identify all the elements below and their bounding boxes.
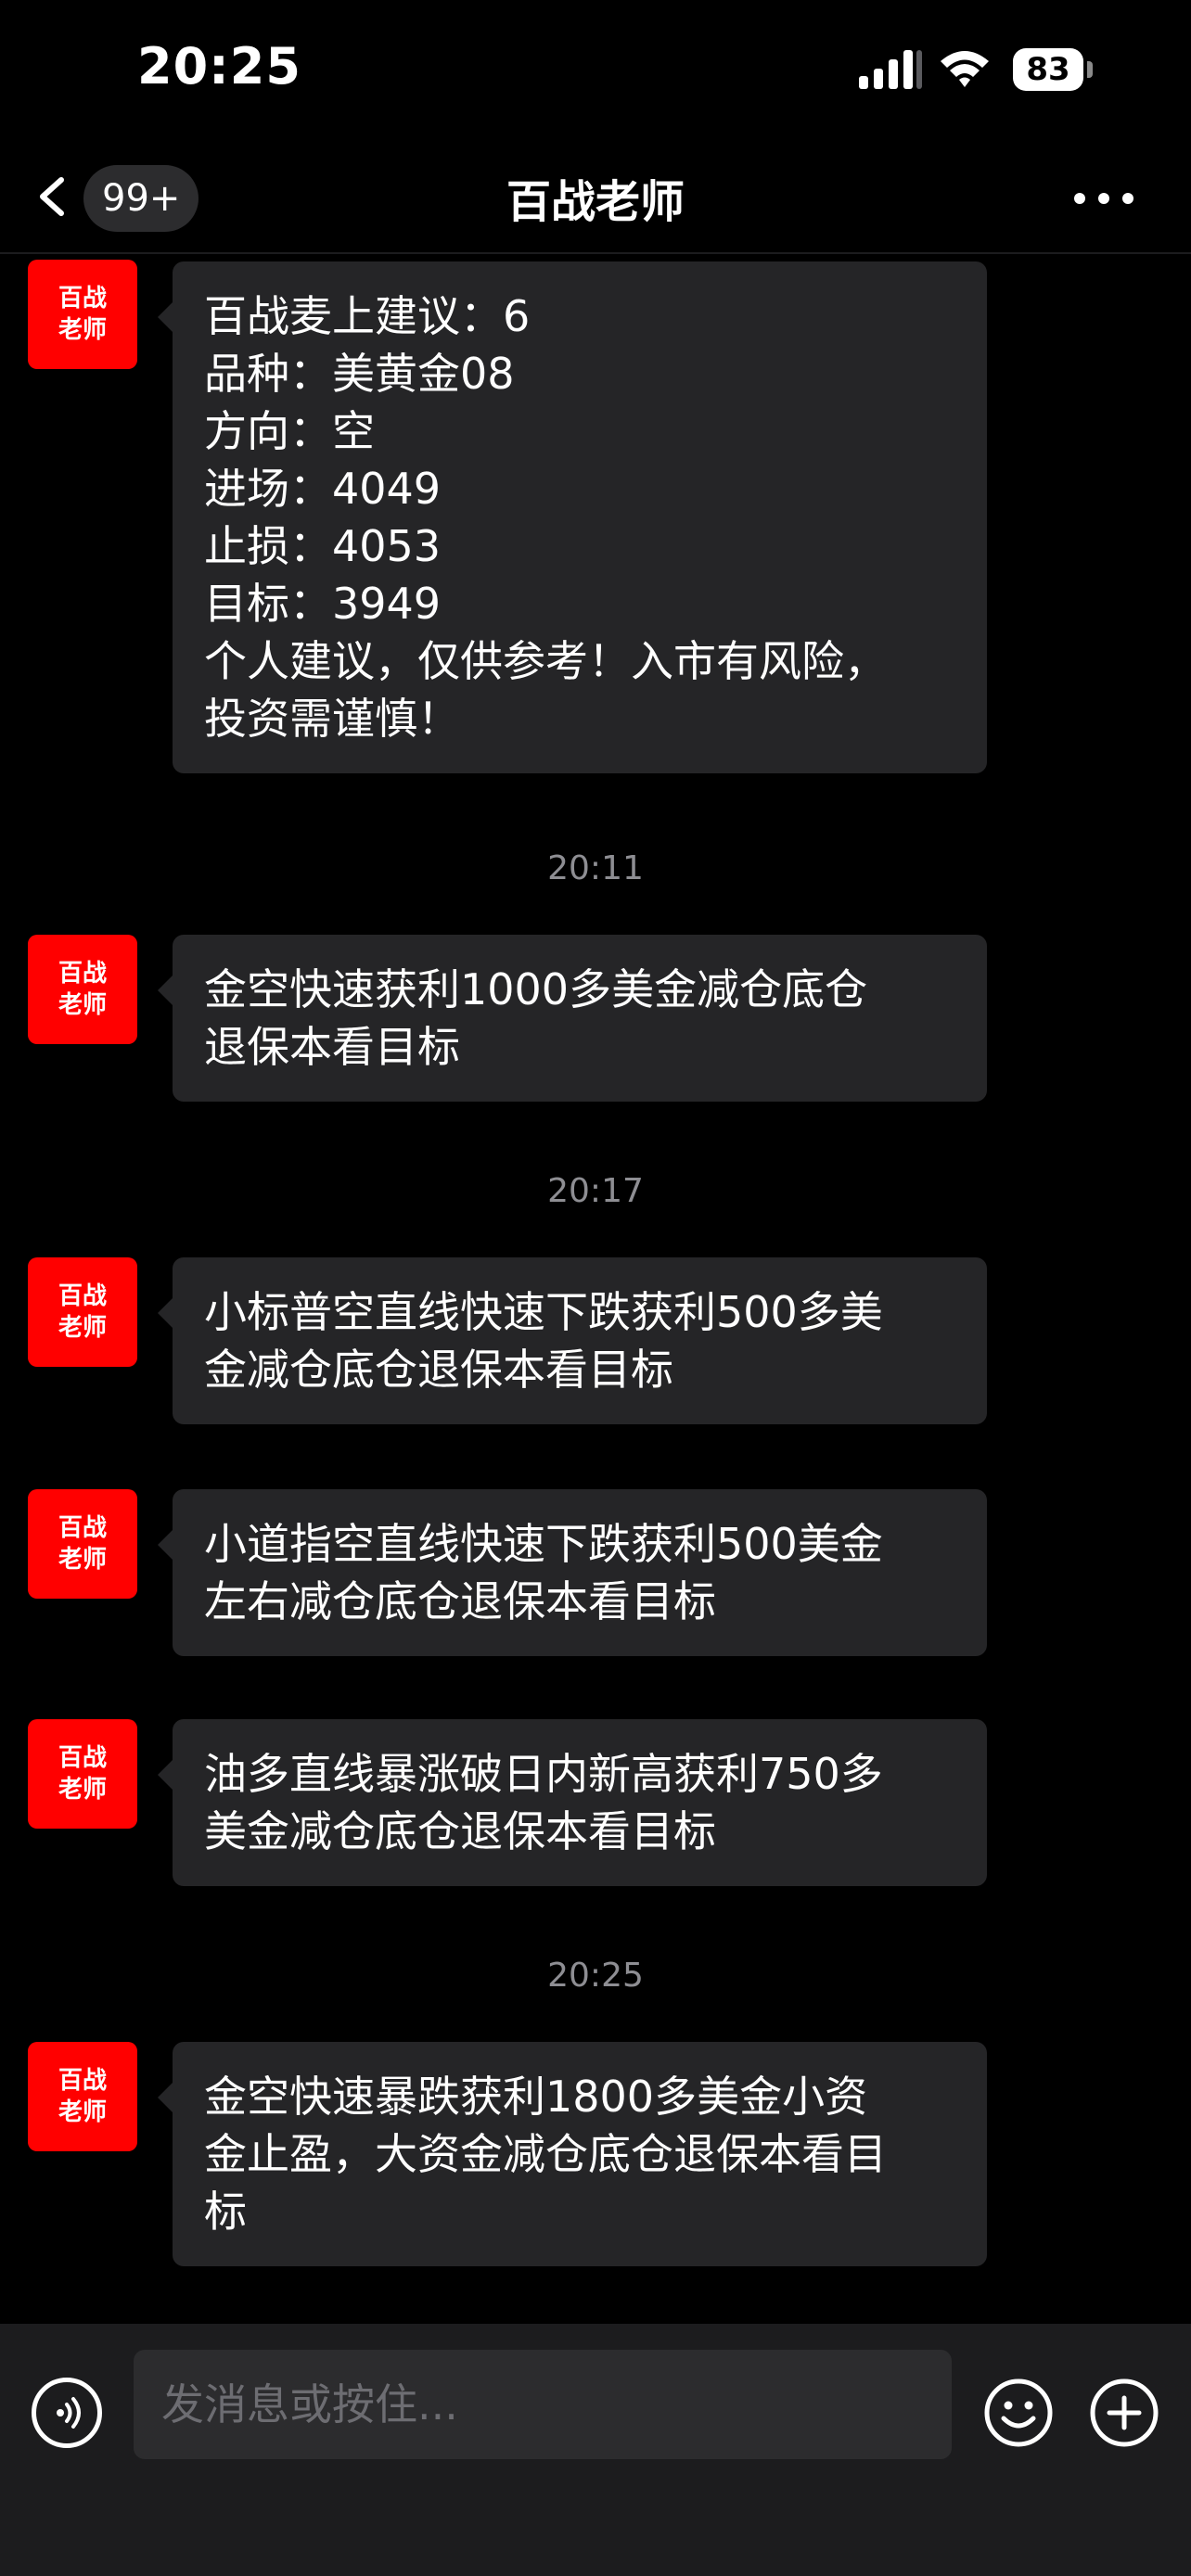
battery-icon: 83 (1013, 48, 1093, 91)
wifi-icon (941, 51, 989, 87)
message-line: 美金减仓底仓退保本看目标 (204, 1806, 716, 1856)
message-line: 止损：4053 (204, 521, 442, 571)
timestamp: 20:17 (547, 1172, 644, 1210)
message-line: 小道指空直线快速下跌获利500美金 (204, 1519, 883, 1569)
more-options-button[interactable] (1067, 176, 1141, 217)
timestamp: 20:11 (547, 849, 644, 887)
status-bar: 20:25 83 (0, 0, 1191, 139)
avatar[interactable]: 百战 老师 (28, 1257, 137, 1367)
message-line: 百战麦上建议：6 (204, 291, 531, 341)
voice-icon (57, 2397, 81, 2429)
message-line: 金空快速暴跌获利1800多美金小资 (204, 2072, 868, 2122)
status-time: 20:25 (137, 37, 301, 96)
voice-button[interactable] (32, 2378, 102, 2448)
message-bubble[interactable]: 小道指空直线快速下跌获利500美金 左右减仓底仓退保本看目标 (158, 1489, 987, 1656)
cellular-signal-icon (859, 50, 922, 89)
message-list[interactable]: 百战 老师 百战麦上建议：6 品种：美黄金08 方向：空 进场：4049 止损：4… (0, 254, 1191, 2324)
chat-title: 百战老师 (506, 176, 685, 228)
message-line: 个人建议，仅供参考！入市有风险， (204, 636, 887, 686)
ellipsis-icon (1074, 193, 1085, 204)
message-line: 方向：空 (204, 406, 375, 456)
message-bubble[interactable]: 小标普空直线快速下跌获利500多美 金减仓底仓退保本看目标 (158, 1257, 987, 1424)
avatar[interactable]: 百战 老师 (28, 1489, 137, 1599)
nav-bar: 99+ 百战老师 (0, 139, 1191, 254)
timestamp: 20:25 (547, 1957, 644, 1995)
message-line: 金空快速获利1000多美金减仓底仓 (204, 964, 868, 1014)
avatar[interactable]: 百战 老师 (28, 935, 137, 1044)
message-line: 左右减仓底仓退保本看目标 (204, 1576, 716, 1626)
avatar[interactable]: 百战 老师 (28, 2042, 137, 2151)
message-line: 标 (204, 2187, 247, 2237)
message-line: 金止盈，大资金减仓底仓退保本看目 (204, 2129, 887, 2179)
avatar[interactable]: 百战 老师 (28, 1719, 137, 1829)
message-line: 投资需谨慎！ (204, 694, 460, 744)
message-bubble[interactable]: 金空快速获利1000多美金减仓底仓 退保本看目标 (158, 935, 987, 1102)
message-bubble[interactable]: 油多直线暴涨破日内新高获利750多 美金减仓底仓退保本看目标 (158, 1719, 987, 1886)
message-line: 进场：4049 (204, 464, 442, 514)
battery-level: 83 (1013, 48, 1083, 91)
message-line: 小标普空直线快速下跌获利500多美 (204, 1287, 883, 1337)
message-input[interactable]: 发消息或按住... (134, 2350, 952, 2459)
message-line: 金减仓底仓退保本看目标 (204, 1345, 673, 1395)
message-line: 油多直线暴涨破日内新高获利750多 (204, 1749, 883, 1799)
message-bubble[interactable]: 金空快速暴跌获利1800多美金小资 金止盈，大资金减仓底仓退保本看目 标 (158, 2042, 987, 2266)
input-bar: 发消息或按住... (0, 2324, 1191, 2576)
message-bubble[interactable]: 百战麦上建议：6 品种：美黄金08 方向：空 进场：4049 止损：4053 目… (158, 261, 987, 773)
message-line: 品种：美黄金08 (204, 349, 515, 399)
emoji-icon[interactable] (983, 2378, 1054, 2448)
plus-icon[interactable] (1089, 2378, 1159, 2448)
message-line: 目标：3949 (204, 579, 442, 629)
avatar[interactable]: 百战 老师 (28, 260, 137, 369)
message-line: 退保本看目标 (204, 1022, 460, 1072)
